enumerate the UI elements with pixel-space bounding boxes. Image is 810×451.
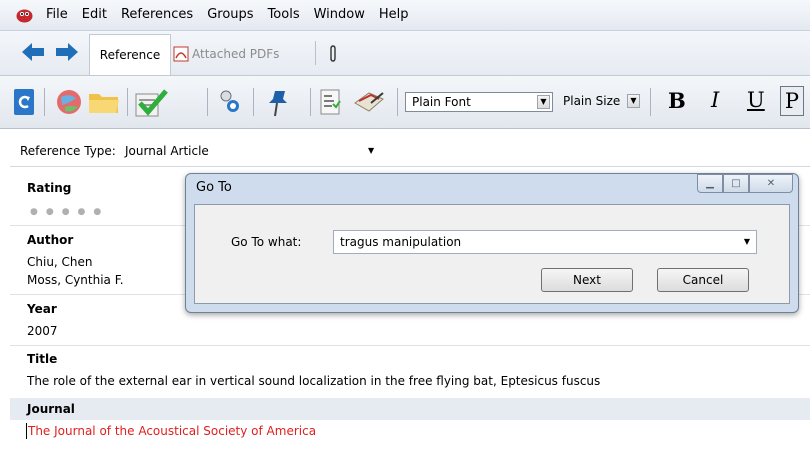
tab-attached-pdfs[interactable]: Attached PDFs: [173, 34, 279, 74]
forward-arrow-icon[interactable]: [56, 43, 78, 61]
dialog-title: Go To: [196, 180, 232, 195]
chevron-down-icon[interactable]: ▼: [368, 146, 374, 155]
divider: [253, 88, 254, 116]
underline-button[interactable]: U: [747, 88, 765, 112]
open-folder-icon[interactable]: [88, 89, 120, 115]
format-bibliography-icon[interactable]: [353, 89, 387, 117]
menu-bar: File Edit References Groups Tools Window…: [0, 0, 810, 31]
chevron-down-icon[interactable]: ▼: [627, 94, 640, 108]
online-search-globe-icon[interactable]: [56, 89, 82, 115]
text-cursor: [26, 423, 27, 439]
reference-type-label: Reference Type:: [20, 144, 116, 158]
close-icon[interactable]: ✕: [749, 174, 793, 193]
menu-groups[interactable]: Groups: [200, 0, 260, 30]
insert-citation-icon[interactable]: [319, 89, 341, 115]
menu-file[interactable]: File: [39, 0, 75, 30]
journal-label: Journal: [27, 402, 75, 416]
paperclip-icon[interactable]: [328, 45, 338, 63]
divider: [650, 88, 651, 116]
title-value[interactable]: The role of the external ear in vertical…: [27, 374, 600, 388]
year-label: Year: [27, 302, 57, 316]
font-select[interactable]: Plain Font ▼: [405, 92, 553, 112]
author-label: Author: [27, 233, 74, 247]
year-value[interactable]: 2007: [27, 324, 58, 338]
author-value[interactable]: Moss, Cynthia F.: [27, 273, 124, 287]
divider: [207, 88, 208, 116]
menu-help[interactable]: Help: [372, 0, 416, 30]
checklist-icon[interactable]: [134, 89, 168, 117]
refresh-icon[interactable]: [14, 89, 34, 115]
goto-dialog: Go To ▁ □ ✕ Go To what: tragus manipulat…: [185, 173, 799, 313]
divider: [315, 41, 316, 65]
tab-reference[interactable]: Reference: [89, 34, 171, 75]
bold-button[interactable]: B: [668, 88, 686, 113]
chevron-down-icon[interactable]: ▼: [744, 237, 750, 246]
pushpin-icon[interactable]: [265, 89, 289, 117]
goto-what-label: Go To what:: [231, 235, 302, 249]
cancel-button[interactable]: Cancel: [657, 268, 749, 292]
menu-tools[interactable]: Tools: [261, 0, 307, 30]
divider: [44, 88, 45, 116]
journal-field-highlight: [10, 398, 810, 420]
size-select-value[interactable]: Plain Size: [563, 94, 620, 108]
journal-value[interactable]: The Journal of the Acoustical Society of…: [28, 424, 316, 438]
menu-edit[interactable]: Edit: [75, 0, 114, 30]
reference-type-row: Reference Type: Journal Article ▼: [10, 140, 810, 167]
menu-references[interactable]: References: [114, 0, 200, 30]
plain-text-button[interactable]: P: [780, 86, 804, 116]
chevron-down-icon[interactable]: ▼: [537, 95, 550, 109]
minimize-icon[interactable]: ▁: [697, 174, 723, 193]
formatting-toolbar: Plain Font ▼ Plain Size ▼ B I U P: [0, 76, 810, 129]
pdf-icon: [173, 46, 189, 62]
window-controls: ▁ □ ✕: [697, 174, 793, 193]
dialog-body: Go To what: tragus manipulation ▼ Next C…: [194, 204, 790, 304]
italic-button[interactable]: I: [711, 88, 719, 112]
rating-label: Rating: [27, 181, 72, 195]
reference-type-select[interactable]: Journal Article: [125, 144, 209, 158]
title-label: Title: [27, 352, 58, 366]
find-duplicates-icon[interactable]: [219, 89, 241, 115]
maximize-icon[interactable]: □: [723, 174, 749, 193]
tab-reference-label: Reference: [99, 48, 161, 62]
reference-tabs-bar: Reference Attached PDFs: [0, 31, 810, 76]
menu-window[interactable]: Window: [307, 0, 372, 30]
goto-input-value[interactable]: tragus manipulation: [340, 235, 461, 249]
divider: [10, 345, 810, 346]
endnote-app-icon[interactable]: [16, 8, 33, 23]
divider: [397, 88, 398, 116]
author-value[interactable]: Chiu, Chen: [27, 255, 93, 269]
next-button[interactable]: Next: [541, 268, 633, 292]
divider: [127, 88, 128, 116]
divider: [310, 88, 311, 116]
tab-attached-pdfs-label: Attached PDFs: [192, 47, 280, 61]
goto-input[interactable]: tragus manipulation ▼: [333, 230, 757, 254]
font-select-value: Plain Font: [412, 95, 471, 109]
rating-stars[interactable]: ●●●●●: [30, 207, 109, 217]
back-arrow-icon[interactable]: [22, 43, 44, 61]
